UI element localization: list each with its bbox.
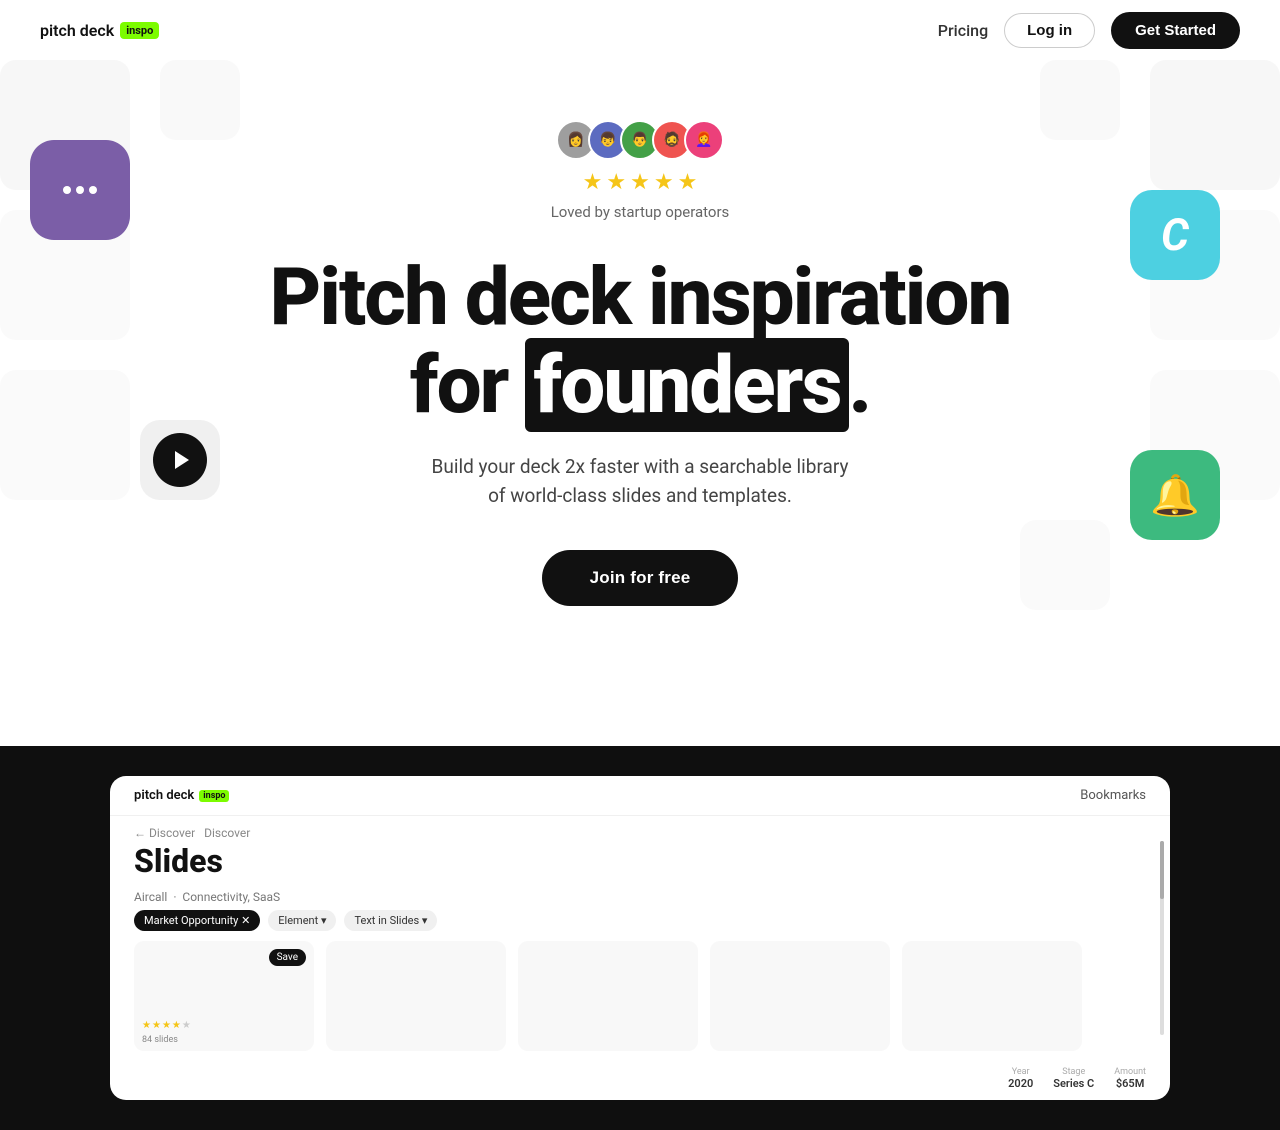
app-bookmarks: Bookmarks — [1080, 788, 1146, 803]
app-filters: Market Opportunity ✕ Element ▾ Text in S… — [110, 910, 1170, 941]
play-app-icon — [140, 420, 220, 500]
hero-title-pre: for — [410, 338, 526, 432]
stat-stage: Stage Series C — [1053, 1067, 1094, 1090]
app-card — [710, 941, 890, 1051]
app-screenshot: pitch deck inspo Bookmarks ← Discover Di… — [110, 776, 1170, 1100]
nav-right: Pricing Log in Get Started — [938, 12, 1240, 49]
app-card — [902, 941, 1082, 1051]
filter-chip-element[interactable]: Element ▾ — [268, 910, 336, 931]
get-started-button[interactable]: Get Started — [1111, 12, 1240, 49]
bg-square — [1020, 520, 1110, 610]
app-logo: pitch deck inspo — [134, 788, 229, 803]
stat-year: Year 2020 — [1008, 1067, 1033, 1090]
c-app-icon: C — [1130, 190, 1220, 280]
app-card — [518, 941, 698, 1051]
play-triangle-icon — [175, 451, 189, 469]
app-breadcrumb: ← Discover Discover — [110, 816, 1170, 840]
star-rating: ★ ★ ★ ★ ★ — [0, 170, 1280, 195]
chat-dots-icon — [63, 186, 97, 194]
star-icon: ★ — [654, 170, 674, 195]
loved-label: Loved by startup operators — [0, 203, 1280, 221]
scrollbar[interactable] — [1160, 841, 1164, 1035]
logo-text: pitch deck — [40, 21, 114, 40]
card-slide-count: 84 slides — [142, 1035, 178, 1045]
app-page-title: Slides — [110, 840, 1170, 890]
scrollbar-thumb — [1160, 841, 1164, 899]
app-card: Save ★ ★ ★ ★ ★ 84 slides — [134, 941, 314, 1051]
star-icon: ★ — [583, 170, 603, 195]
hero-title: Pitch deck inspiration for founders. — [0, 253, 1280, 429]
app-card — [326, 941, 506, 1051]
hero-section: C 🔔 👩 👦 👨 🧔 👩‍🦰 ★ ★ ★ ★ ★ Loved by start… — [0, 60, 1280, 686]
play-circle — [153, 433, 207, 487]
filter-chip-market[interactable]: Market Opportunity ✕ — [134, 910, 260, 931]
star-icon: ★ — [678, 170, 698, 195]
stat-amount: Amount $65M — [1114, 1067, 1146, 1090]
app-header: pitch deck inspo Bookmarks — [110, 776, 1170, 816]
app-cards-row: Save ★ ★ ★ ★ ★ 84 slides — [110, 941, 1170, 1067]
star-icon: ★ — [606, 170, 626, 195]
navbar: pitch deck inspo Pricing Log in Get Star… — [0, 0, 1280, 60]
avatar-group: 👩 👦 👨 🧔 👩‍🦰 — [0, 120, 1280, 160]
save-button[interactable]: Save — [269, 949, 306, 966]
logo[interactable]: pitch deck inspo — [40, 21, 159, 40]
hero-title-post: . — [849, 338, 871, 432]
card-stars: ★ ★ ★ ★ ★ — [142, 1020, 191, 1031]
star-icon: ★ — [630, 170, 650, 195]
dark-preview-section: pitch deck inspo Bookmarks ← Discover Di… — [0, 746, 1280, 1130]
join-free-button[interactable]: Join for free — [542, 550, 739, 606]
hero-title-line1: Pitch deck inspiration — [270, 250, 1011, 344]
chat-icon — [30, 140, 130, 240]
bell-app-icon: 🔔 — [1130, 450, 1220, 540]
avatar: 👩‍🦰 — [684, 120, 724, 160]
app-sub-label: Aircall · Connectivity, SaaS — [110, 890, 1170, 910]
logo-badge: inspo — [120, 22, 159, 39]
login-button[interactable]: Log in — [1004, 13, 1095, 48]
founders-highlight: founders — [525, 338, 848, 432]
filter-chip-text[interactable]: Text in Slides ▾ — [344, 910, 437, 931]
bell-icon: 🔔 — [1150, 472, 1200, 519]
app-stats-row: Year 2020 Stage Series C Amount $65M — [110, 1067, 1170, 1100]
pricing-link[interactable]: Pricing — [938, 21, 988, 40]
